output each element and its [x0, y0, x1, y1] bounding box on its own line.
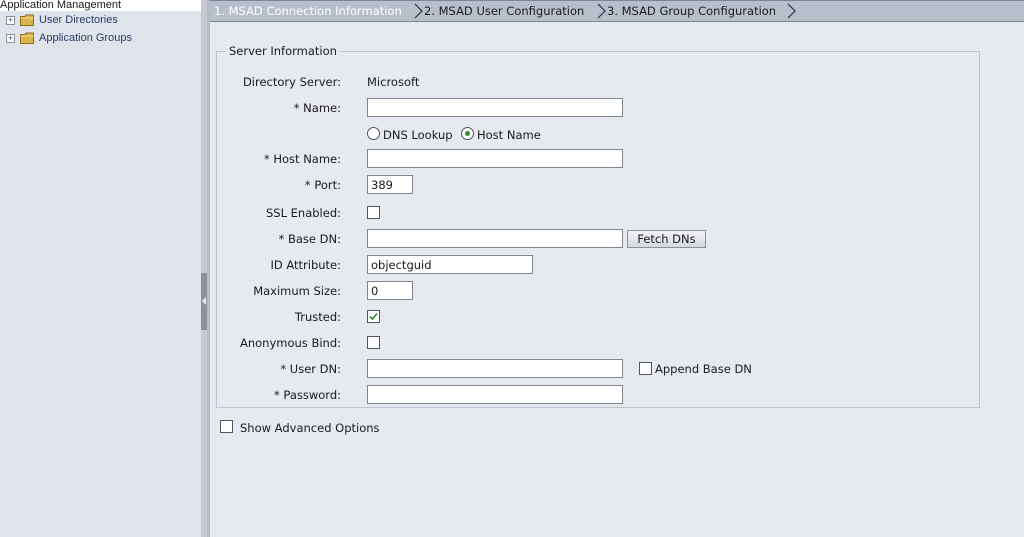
append-base-dn-label: Append Base DN — [655, 362, 752, 376]
wizard-step-user-configuration[interactable]: 2. MSAD User Configuration — [424, 1, 584, 21]
tree-item-label: Application Groups — [39, 32, 132, 44]
port-input[interactable] — [367, 175, 413, 194]
password-label: * Password: — [274, 388, 341, 402]
trusted-checkbox[interactable] — [367, 310, 380, 323]
check-mark-icon — [369, 312, 378, 321]
wizard-step-group-configuration[interactable]: 3. MSAD Group Configuration — [607, 1, 776, 21]
anonymous-bind-label: Anonymous Bind: — [239, 336, 341, 350]
host-name-label: * Host Name: — [263, 152, 341, 166]
tree-item-application-groups[interactable]: + Application Groups — [6, 30, 132, 46]
anonymous-bind-checkbox[interactable] — [367, 336, 380, 349]
base-dn-label: * Base DN: — [278, 232, 341, 246]
maximum-size-label: Maximum Size: — [253, 284, 341, 298]
radio-selected-indicator — [465, 131, 470, 136]
host-name-radio-label: Host Name — [477, 128, 541, 142]
name-label: * Name: — [293, 101, 341, 115]
fetch-dns-button[interactable]: Fetch DNs — [627, 230, 706, 248]
section-title: Server Information — [225, 44, 341, 58]
password-input[interactable] — [367, 385, 623, 404]
host-name-radio[interactable] — [461, 127, 474, 140]
dns-lookup-radio[interactable] — [367, 127, 380, 140]
host-name-input[interactable] — [367, 149, 623, 168]
dns-lookup-label: DNS Lookup — [383, 128, 453, 142]
tree-item-label: User Directories — [39, 14, 118, 26]
user-dn-input[interactable] — [367, 359, 623, 378]
id-attribute-input[interactable] — [367, 255, 533, 274]
ssl-enabled-label: SSL Enabled: — [265, 206, 341, 220]
trusted-label: Trusted: — [294, 310, 341, 324]
expand-icon[interactable]: + — [6, 15, 15, 25]
show-advanced-options-label: Show Advanced Options — [240, 421, 380, 435]
chevron-right-icon — [787, 3, 796, 19]
port-label: * Port: — [304, 178, 341, 192]
directory-server-value: Microsoft — [367, 75, 420, 89]
append-base-dn-checkbox[interactable] — [639, 362, 652, 375]
folder-icon — [20, 32, 34, 44]
wizard-step-connection-information[interactable]: 1. MSAD Connection Information — [214, 1, 402, 21]
id-attribute-label: ID Attribute: — [270, 258, 341, 272]
wizard-steps-bar: 1. MSAD Connection Information 2. MSAD U… — [210, 0, 1024, 22]
show-advanced-options-checkbox[interactable] — [220, 420, 233, 433]
expand-icon[interactable]: + — [6, 33, 15, 43]
tree-root-application-management[interactable]: Application Management — [0, 0, 201, 11]
base-dn-input[interactable] — [367, 229, 623, 248]
name-input[interactable] — [367, 98, 623, 117]
tree-item-user-directories[interactable]: + User Directories — [6, 12, 118, 28]
directory-server-label: Directory Server: — [242, 75, 341, 89]
folder-icon — [20, 14, 34, 26]
ssl-enabled-checkbox[interactable] — [367, 206, 380, 219]
maximum-size-input[interactable] — [367, 281, 413, 300]
user-dn-label: * User DN: — [280, 362, 341, 376]
